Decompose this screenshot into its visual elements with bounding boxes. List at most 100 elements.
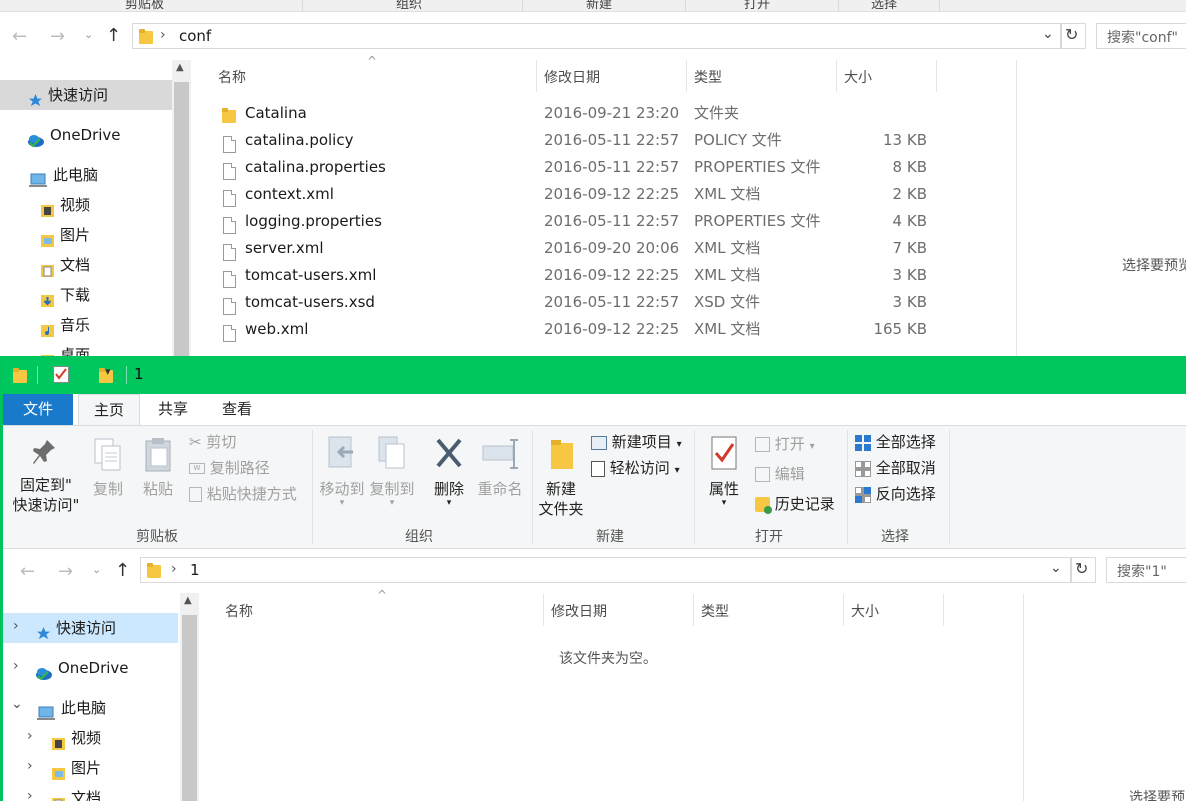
rename-icon [482,439,518,469]
open-button[interactable]: 打开 ▾ [755,432,815,456]
file-row-catalina-policy[interactable]: catalina.policy 2016-05-11 22:57 POLICY … [210,127,950,154]
column-header-date[interactable]: 修改日期 [551,601,607,621]
expand-chevron-icon[interactable]: › [13,618,19,634]
column-header-name[interactable]: 名称 [225,601,253,621]
file-row-catalina[interactable]: Catalina 2016-09-21 23:20 文件夹 [210,100,950,127]
nav-item-documents[interactable]: 文档 [51,783,101,801]
expand-chevron-icon[interactable]: › [27,788,33,801]
easy-access-button[interactable]: 轻松访问 ▾ [591,456,680,480]
column-header-size[interactable]: 大小 [844,67,872,87]
properties-quick-icon[interactable] [53,366,69,383]
delete-button[interactable]: 删除 ▾ [427,434,471,508]
refresh-button[interactable]: ↻ [1071,557,1096,583]
up-arrow-icon[interactable]: ↑ [106,25,121,46]
history-button[interactable]: 历史记录 [755,492,835,516]
column-header-date[interactable]: 修改日期 [544,67,600,87]
nav-item-quick-access[interactable]: 快速访问 [36,613,116,643]
file-row-tomcat-users-xsd[interactable]: tomcat-users.xsd 2016-05-11 22:57 XSD 文件… [210,289,950,316]
file-row-logging-properties[interactable]: logging.properties 2016-05-11 22:57 PROP… [210,208,950,235]
forward-arrow-icon[interactable]: → [50,26,65,47]
scroll-thumb[interactable] [182,615,197,801]
copy-button[interactable]: 复制 [85,436,131,499]
file-row-context-xml[interactable]: context.xml 2016-09-12 22:25 XML 文档 2 KB [210,181,950,208]
nav-item-downloads[interactable]: 下载 [40,280,90,310]
recent-locations-chevron-icon[interactable]: ⌄ [92,563,101,576]
file-row-tomcat-users-xml[interactable]: tomcat-users.xml 2016-09-12 22:25 XML 文档… [210,262,950,289]
video-folder-icon [40,198,55,217]
tab-view[interactable]: 查看 [206,394,268,425]
file-row-web-xml[interactable]: web.xml 2016-09-12 22:25 XML 文档 165 KB [210,316,950,343]
new-folder-button[interactable]: 新建 文件夹 [535,434,587,519]
copy-path-button[interactable]: W 复制路径 [189,456,270,480]
collapse-chevron-icon[interactable]: ⌄ [11,696,23,712]
expand-chevron-icon[interactable]: › [13,658,19,674]
group-label-organize: 组织 [405,529,433,545]
pin-quick-access-button[interactable]: 固定到" 快速访问" [9,436,83,515]
nav-item-music[interactable]: 音乐 [40,310,90,340]
address-bar[interactable]: › conf ⌄ [132,23,1061,49]
back-arrow-icon[interactable]: ← [20,561,35,582]
breadcrumb-chevron-icon[interactable]: › [160,27,166,43]
nav-item-onedrive[interactable]: OneDrive [27,120,121,150]
title-bar[interactable]: ▾ 1 [3,356,1186,394]
address-dropdown-icon[interactable]: ⌄ [1050,560,1062,576]
nav-item-onedrive[interactable]: OneDrive [35,653,129,683]
column-header-name[interactable]: 名称 [218,67,246,87]
breadcrumb-conf[interactable]: conf [179,27,211,45]
nav-item-desktop[interactable]: 桌面 [40,340,90,356]
address-dropdown-icon[interactable]: ⌄ [1042,26,1054,42]
downloads-folder-icon [40,288,55,307]
customize-toolbar-chevron-icon[interactable]: ▾ [105,365,111,378]
column-header-type[interactable]: 类型 [701,601,729,621]
paste-button[interactable]: 粘贴 [133,436,183,499]
paste-shortcut-icon [189,487,202,502]
column-header-size[interactable]: 大小 [851,601,879,621]
properties-button[interactable]: 属性 ▾ [701,434,747,508]
nav-item-this-pc[interactable]: 此电脑 [36,693,106,723]
nav-item-quick-access[interactable]: 快速访问 [28,80,108,110]
file-row-catalina-properties[interactable]: catalina.properties 2016-05-11 22:57 PRO… [210,154,950,181]
column-header-type[interactable]: 类型 [694,67,722,87]
move-to-button[interactable]: 移动到 ▾ [317,434,367,508]
copy-to-button[interactable]: 复制到 ▾ [367,434,417,508]
expand-chevron-icon[interactable]: › [27,728,33,744]
scroll-up-icon[interactable]: ▲ [176,62,184,73]
nav-scrollbar[interactable]: ▲ [172,60,191,356]
select-all-button[interactable]: 全部选择 [855,430,936,454]
new-item-button[interactable]: 新建项目 ▾ [591,430,682,454]
ribbon-group-select: 选择 [871,0,898,12]
nav-item-videos[interactable]: 视频 [40,190,90,220]
nav-item-documents[interactable]: 文档 [40,250,90,280]
paste-shortcut-button[interactable]: 粘贴快捷方式 [189,482,297,506]
breadcrumb-chevron-icon[interactable]: › [171,561,177,577]
recent-locations-chevron-icon[interactable]: ⌄ [84,28,93,41]
search-input[interactable]: 搜索"1" [1106,557,1186,583]
edit-button[interactable]: 编辑 [755,462,805,486]
expand-chevron-icon[interactable]: › [27,758,33,774]
empty-folder-message: 该文件夹为空。 [559,651,657,667]
tab-file[interactable]: 文件 [3,394,73,425]
nav-item-this-pc[interactable]: 此电脑 [28,160,98,190]
up-arrow-icon[interactable]: ↑ [115,560,130,581]
forward-arrow-icon[interactable]: → [58,561,73,582]
file-row-server-xml[interactable]: server.xml 2016-09-20 20:06 XML 文档 7 KB [210,235,950,262]
scroll-thumb[interactable] [174,82,189,356]
nav-item-pictures[interactable]: 图片 [40,220,90,250]
scroll-up-icon[interactable]: ▲ [184,595,192,606]
tab-home[interactable]: 主页 [78,394,140,425]
properties-check-icon [711,436,737,470]
select-none-button[interactable]: 全部取消 [855,456,936,480]
invert-selection-icon [855,486,871,503]
invert-selection-button[interactable]: 反向选择 [855,482,936,506]
back-arrow-icon[interactable]: ← [12,26,27,47]
cut-button[interactable]: ✂ 剪切 [189,430,236,454]
nav-item-videos[interactable]: 视频 [51,723,101,753]
tab-share[interactable]: 共享 [142,394,204,425]
address-bar[interactable]: › 1 ⌄ [140,557,1071,583]
nav-scrollbar[interactable]: ▲ [180,593,199,801]
breadcrumb-1[interactable]: 1 [190,561,200,579]
rename-button[interactable]: 重命名 [473,434,527,499]
refresh-button[interactable]: ↻ [1061,23,1086,49]
nav-item-pictures[interactable]: 图片 [51,753,101,783]
search-input[interactable]: 搜索"conf" [1096,23,1186,49]
